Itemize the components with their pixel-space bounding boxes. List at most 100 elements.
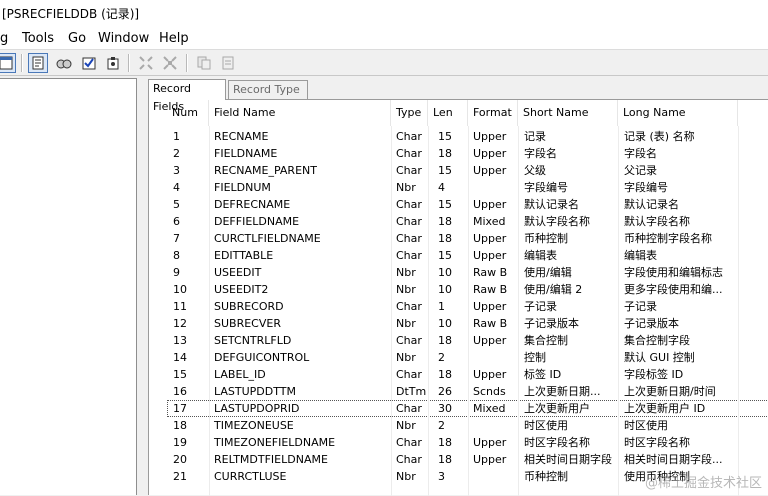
cell-short-name: 子记录	[524, 300, 557, 313]
cell-format: Upper	[473, 147, 507, 160]
cell-format: Mixed	[473, 215, 506, 228]
cell-format: Upper	[473, 164, 507, 177]
menu-go[interactable]: Go	[68, 30, 86, 47]
cell-short-name: 币种控制	[524, 232, 568, 245]
cell-long-name: 字段标签 ID	[624, 368, 684, 381]
cell-type: Nbr	[396, 266, 416, 279]
cell-short-name: 上次更新日期...	[524, 385, 601, 398]
report-icon[interactable]	[218, 53, 238, 73]
toolbar	[0, 49, 768, 76]
cell-format: Raw B	[473, 317, 508, 330]
cell-type: Char	[396, 368, 422, 381]
cell-len: 30	[438, 402, 452, 415]
menu-tools[interactable]: Tools	[22, 30, 54, 47]
cell-short-name: 子记录版本	[524, 317, 579, 330]
cell-field-name: USEEDIT2	[214, 283, 269, 296]
cell-type: Char	[396, 147, 422, 160]
cell-short-name: 字段名	[524, 147, 557, 160]
window-title: [PSRECFIELDDB (记录)]	[0, 0, 768, 28]
menu-file-partial[interactable]: g	[0, 30, 8, 47]
cell-num: 9	[173, 266, 180, 279]
cell-num: 14	[173, 351, 187, 364]
cell-short-name: 默认字段名称	[524, 215, 590, 228]
cell-short-name: 记录	[524, 130, 546, 143]
cell-format: Raw B	[473, 266, 508, 279]
menu-bar: g Tools Go Window Help	[0, 28, 768, 49]
cell-num: 4	[173, 181, 180, 194]
cell-field-name: CURRCTLUSE	[214, 470, 287, 483]
cell-len: 18	[438, 215, 452, 228]
cell-long-name: 默认记录名	[624, 198, 679, 211]
cell-format	[468, 417, 518, 434]
header-type[interactable]: Type	[391, 100, 428, 126]
cell-long-name: 编辑表	[624, 249, 657, 262]
cell-num: 2	[173, 147, 180, 160]
cell-format: Upper	[473, 232, 507, 245]
toolbar-separator	[186, 54, 188, 72]
pane-splitter[interactable]	[137, 78, 144, 495]
header-field-name[interactable]: Field Name	[209, 100, 391, 126]
cell-num: 19	[173, 436, 187, 449]
cell-num: 1	[173, 130, 180, 143]
cell-num: 3	[173, 164, 180, 177]
cell-num: 6	[173, 215, 180, 228]
cell-short-name: 默认记录名	[524, 198, 579, 211]
cell-len: 4	[438, 181, 445, 194]
header-long-name[interactable]: Long Name	[618, 100, 738, 126]
cell-field-name: CURCTLFIELDNAME	[214, 232, 321, 245]
tab-record-type[interactable]: Record Type	[228, 80, 308, 99]
project-tree-pane[interactable]	[0, 78, 137, 495]
cell-type: Char	[396, 215, 422, 228]
cell-long-name: 币种控制字段名称	[624, 232, 712, 245]
header-format[interactable]: Format	[468, 100, 518, 126]
grid-column-divider	[738, 126, 739, 496]
header-short-name[interactable]: Short Name	[518, 100, 618, 126]
cell-num: 12	[173, 317, 187, 330]
cell-short-name: 控制	[524, 351, 546, 364]
cell-len: 15	[438, 198, 452, 211]
menu-window[interactable]: Window	[98, 30, 149, 47]
cell-num: 8	[173, 249, 180, 262]
cell-len: 15	[438, 130, 452, 143]
cell-format: Raw B	[473, 283, 508, 296]
expand-icon[interactable]	[136, 53, 156, 73]
cell-len: 15	[438, 164, 452, 177]
cell-num: 21	[173, 470, 187, 483]
cell-short-name: 字段编号	[524, 181, 568, 194]
cell-short-name: 标签 ID	[524, 368, 562, 381]
record-fields-grid-frame: Num Field Name Type Len Format Short Nam…	[148, 99, 768, 496]
cell-field-name: FIELDNUM	[214, 181, 271, 194]
cell-len: 18	[438, 436, 452, 449]
cell-format: Upper	[473, 334, 507, 347]
tab-record-fields[interactable]: Record Fields	[148, 79, 226, 113]
grid-column-divider	[518, 126, 519, 496]
cell-field-name: RECNAME_PARENT	[214, 164, 317, 177]
cell-format	[468, 179, 518, 196]
cell-short-name: 使用/编辑 2	[524, 283, 583, 296]
cell-num: 15	[173, 368, 187, 381]
cell-long-name: 上次更新用户 ID	[624, 402, 706, 415]
cell-len: 18	[438, 147, 452, 160]
build-icon[interactable]	[103, 53, 123, 73]
collapse-icon[interactable]	[160, 53, 180, 73]
cell-field-name: SETCNTRLFLD	[214, 334, 292, 347]
cell-len: 1	[438, 300, 445, 313]
header-len[interactable]: Len	[428, 100, 468, 126]
cell-long-name: 默认 GUI 控制	[624, 351, 695, 364]
compare-icon[interactable]	[194, 53, 214, 73]
cell-short-name: 集合控制	[524, 334, 568, 347]
cell-format: Upper	[473, 368, 507, 381]
menu-help[interactable]: Help	[159, 30, 189, 47]
toolbar-separator	[128, 54, 130, 72]
cell-format	[468, 468, 518, 485]
cell-long-name: 子记录	[624, 300, 657, 313]
validate-icon[interactable]	[79, 53, 99, 73]
cell-field-name: DEFFIELDNAME	[214, 215, 300, 228]
properties-icon[interactable]	[28, 53, 48, 73]
find-icon[interactable]	[54, 53, 74, 73]
window-icon[interactable]	[0, 53, 16, 73]
cell-type: Nbr	[396, 351, 416, 364]
cell-type: Char	[396, 436, 422, 449]
cell-format: Upper	[473, 249, 507, 262]
cell-long-name: 默认字段名称	[624, 215, 690, 228]
